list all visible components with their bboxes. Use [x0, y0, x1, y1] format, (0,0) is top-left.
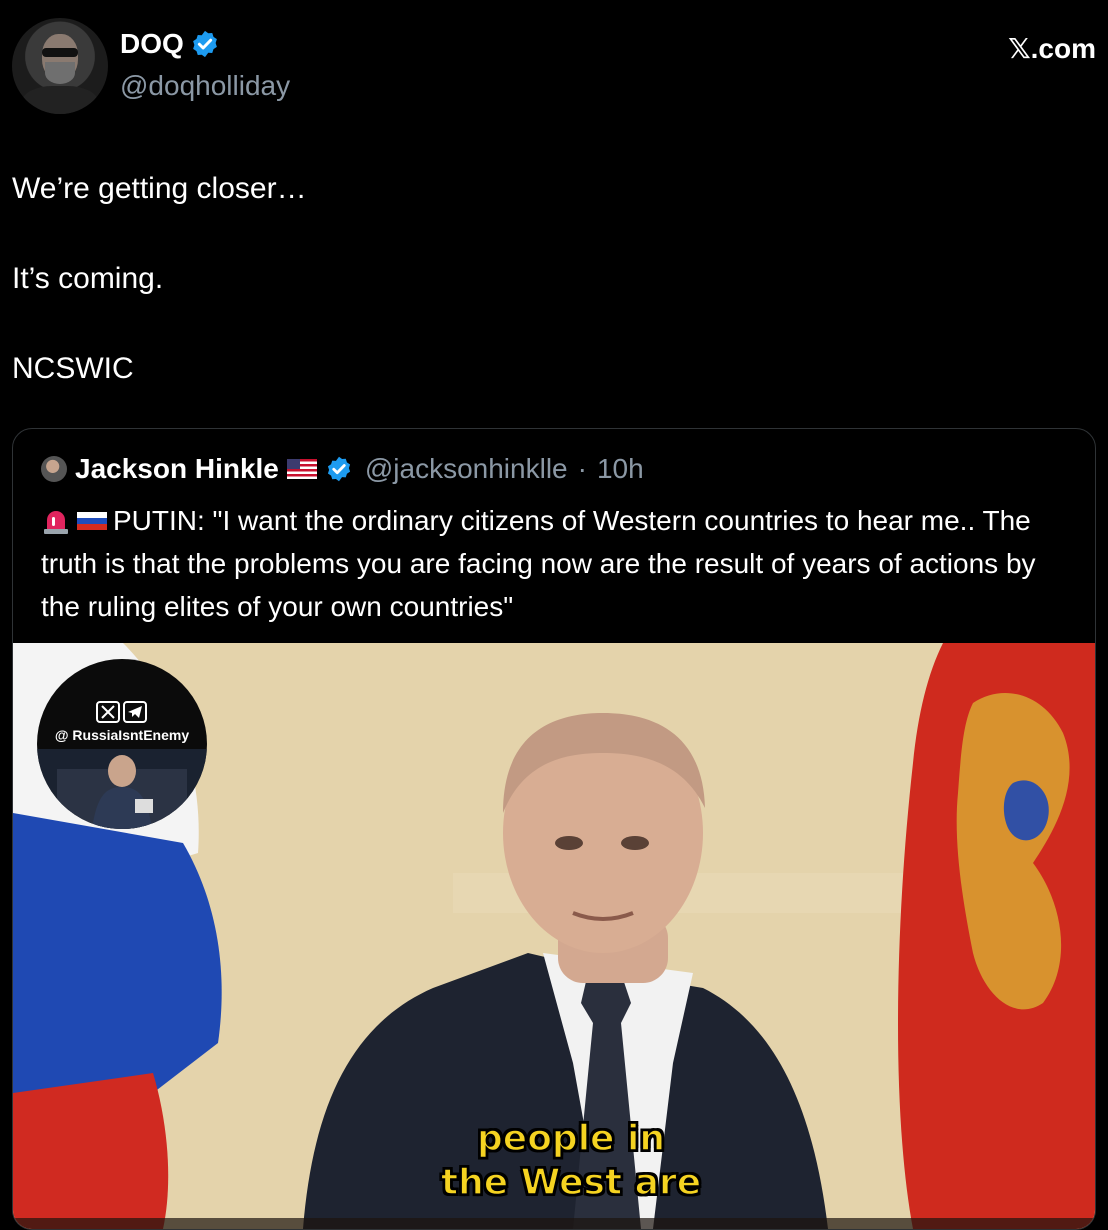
- author-name-row: DOQ: [120, 28, 220, 60]
- author-handle[interactable]: @doqholliday: [120, 70, 290, 102]
- quoted-tweet-text: PUTIN: "I want the ordinary citizens of …: [41, 499, 1071, 628]
- tweet-header: DOQ @doqholliday 𝕏.com: [12, 18, 1096, 118]
- quoted-separator: ·: [577, 453, 587, 484]
- tweet-text-line-3: NCSWIC: [12, 352, 134, 385]
- quoted-tweet-body: PUTIN: "I want the ordinary citizens of …: [41, 505, 1036, 622]
- quoted-tweet-card[interactable]: Jackson Hinkle @jacksonhinklle · 10h PUTIN…: [12, 428, 1096, 1230]
- quoted-tweet-header: Jackson Hinkle @jacksonhinklle · 10h: [41, 453, 644, 485]
- siren-icon: [44, 511, 68, 534]
- watermark-handle: @ RussiaIsntEnemy: [54, 727, 190, 743]
- x-brand-label: 𝕏.com: [1008, 33, 1096, 64]
- tweet-text-line-1: We’re getting closer…: [12, 172, 307, 205]
- quoted-author-handle[interactable]: @jacksonhinklle: [365, 453, 568, 485]
- watermark-scene: [37, 749, 207, 829]
- avatar-body: [22, 86, 98, 114]
- quoted-author-avatar[interactable]: [41, 456, 67, 482]
- caption-line-1: people in: [476, 1117, 665, 1160]
- caption-line-2: the West are: [440, 1161, 702, 1204]
- quoted-verified-badge-icon: [327, 456, 350, 482]
- avatar-beard: [45, 62, 75, 84]
- video-caption: people in the West are: [421, 1117, 721, 1205]
- avatar-glasses: [42, 48, 78, 57]
- author-avatar[interactable]: [12, 18, 108, 114]
- quoted-timestamp[interactable]: 10h: [597, 453, 644, 485]
- quoted-video[interactable]: @ RussiaIsntEnemy people in the West are: [13, 643, 1095, 1229]
- author-display-name[interactable]: DOQ: [120, 28, 184, 60]
- x-and-telegram-icon: [96, 701, 147, 723]
- quoted-author-name[interactable]: Jackson Hinkle: [75, 453, 279, 485]
- watermark-badge: @ RussiaIsntEnemy: [37, 659, 207, 829]
- russia-flag-icon: [77, 512, 107, 530]
- tweet-text-line-2: It’s coming.: [12, 262, 164, 295]
- us-flag-icon: [286, 459, 317, 479]
- verified-badge-icon: [192, 30, 217, 58]
